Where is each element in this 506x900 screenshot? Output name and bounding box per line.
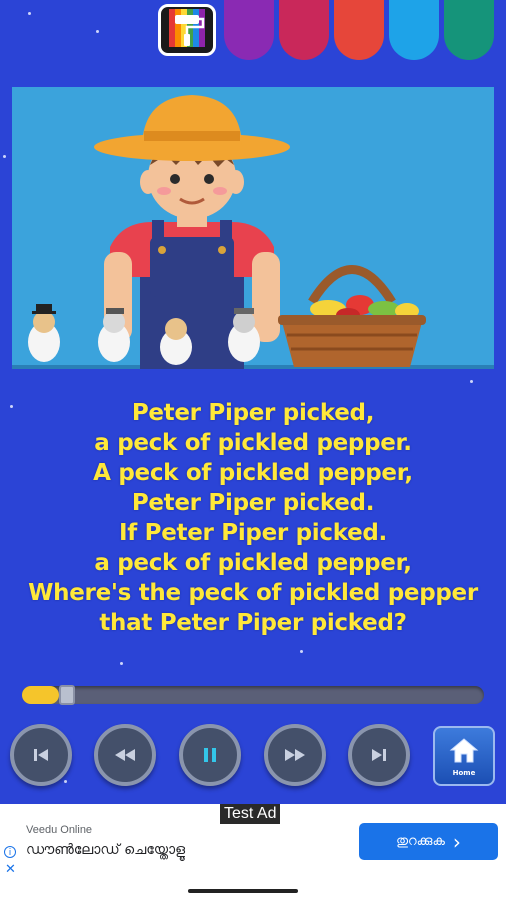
ad-source: Veedu Online — [26, 824, 93, 836]
ad-banner[interactable]: Test Ad Veedu Online i ✕ ഡൗൺലോഡ് ചെയ്തോള… — [0, 804, 506, 882]
lyric-line: If Peter Piper picked. — [119, 520, 387, 546]
skip-next-icon — [368, 744, 390, 766]
ad-headline: ഡൗൺലോഡ് ചെയ്തോളൂ — [26, 842, 186, 858]
rewind-icon — [112, 744, 138, 766]
rhyme-lyrics: Peter Piper picked, a peck of pickled pe… — [0, 398, 506, 638]
home-button[interactable]: Home — [433, 726, 495, 786]
ad-close-icon[interactable]: ✕ — [5, 862, 16, 877]
chevron-right-icon: › — [452, 829, 461, 854]
fast-forward-button[interactable] — [264, 724, 326, 786]
color-swatch-green[interactable] — [444, 0, 494, 60]
gesture-handle[interactable] — [188, 889, 298, 893]
lyric-line: a peck of pickled pepper, — [94, 550, 412, 576]
playback-progress-bar[interactable] — [22, 685, 484, 705]
progress-fill — [22, 686, 59, 704]
system-nav-bar — [0, 882, 506, 900]
lyric-line: that Peter Piper picked? — [99, 610, 407, 636]
ad-open-button[interactable]: തുറക്കുക › — [359, 823, 498, 860]
skip-next-button[interactable] — [348, 724, 410, 786]
color-swatch-blue[interactable] — [389, 0, 439, 60]
progress-thumb[interactable] — [59, 685, 75, 705]
lyric-line: a peck of pickled pepper. — [94, 430, 412, 456]
pause-button[interactable] — [179, 724, 241, 786]
color-swatch-red[interactable] — [334, 0, 384, 60]
pause-icon — [199, 744, 221, 766]
skip-previous-button[interactable] — [10, 724, 72, 786]
fast-forward-icon — [282, 744, 308, 766]
skip-previous-icon — [30, 744, 52, 766]
lyric-line: Peter Piper picked, — [131, 400, 375, 426]
rewind-button[interactable] — [94, 724, 156, 786]
rhyme-illustration — [12, 87, 494, 369]
home-label: Home — [452, 768, 476, 777]
ad-open-label: തുറക്കുക — [396, 834, 445, 849]
home-icon — [448, 736, 480, 768]
lyric-line: Peter Piper picked. — [131, 490, 375, 516]
lyric-line: A peck of pickled pepper, — [93, 460, 413, 486]
lyric-line: Where's the peck of pickled pepper — [28, 580, 478, 606]
theme-picker-button[interactable] — [158, 4, 216, 56]
color-swatch-purple[interactable] — [224, 0, 274, 60]
paint-roller-icon — [167, 7, 207, 53]
ad-info-icon[interactable]: i — [4, 846, 16, 858]
color-swatch-pink[interactable] — [279, 0, 329, 60]
color-theme-row — [0, 0, 506, 62]
test-ad-label: Test Ad — [220, 804, 281, 824]
